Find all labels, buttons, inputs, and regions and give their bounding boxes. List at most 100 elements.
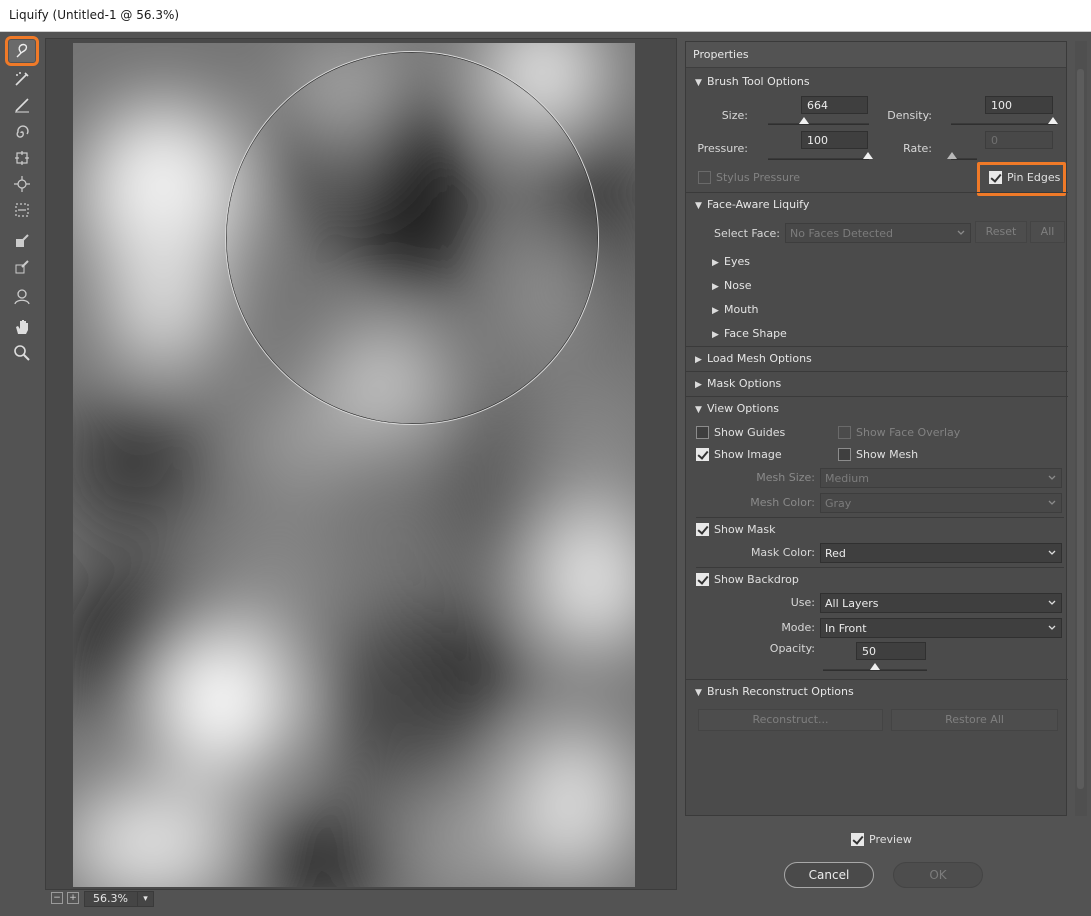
show-guides-checkbox[interactable]: Show Guides bbox=[696, 426, 785, 439]
opacity-label: Opacity: bbox=[769, 642, 815, 655]
cancel-button[interactable]: Cancel bbox=[784, 862, 874, 888]
opacity-slider-thumb[interactable] bbox=[870, 663, 880, 670]
forward-warp-tool-icon[interactable] bbox=[5, 36, 39, 66]
reconstruct-button: Reconstruct... bbox=[698, 709, 883, 731]
face-shape-label: Face Shape bbox=[724, 327, 787, 340]
show-image-label: Show Image bbox=[714, 448, 782, 461]
thaw-mask-tool-icon[interactable] bbox=[9, 256, 35, 278]
triangle-down-icon: ▼ bbox=[695, 78, 702, 88]
chevron-down-icon bbox=[957, 230, 965, 235]
show-image-checkbox[interactable]: Show Image bbox=[696, 448, 782, 461]
mesh-color-dropdown: Gray bbox=[820, 493, 1062, 513]
divider bbox=[686, 346, 1068, 347]
mode-dropdown[interactable]: In Front bbox=[820, 618, 1062, 638]
face-aware-liquify-label: Face-Aware Liquify bbox=[707, 198, 810, 211]
preview-canvas-area[interactable] bbox=[45, 38, 677, 890]
push-left-tool-icon[interactable] bbox=[9, 199, 35, 221]
mouth-subsection[interactable]: ▶ Mouth bbox=[712, 303, 758, 316]
select-face-value: No Faces Detected bbox=[790, 227, 893, 240]
chevron-down-icon[interactable]: ▾ bbox=[137, 892, 153, 906]
pressure-slider[interactable] bbox=[768, 152, 873, 160]
mesh-size-value: Medium bbox=[825, 472, 869, 485]
liquify-preview-image[interactable] bbox=[73, 43, 635, 887]
view-options-header[interactable]: ▼ View Options bbox=[695, 402, 779, 415]
size-input[interactable]: 664 bbox=[801, 96, 868, 114]
density-slider-thumb[interactable] bbox=[1048, 117, 1058, 124]
density-label: Density: bbox=[887, 109, 932, 122]
face-aware-liquify-header[interactable]: ▼ Face-Aware Liquify bbox=[695, 198, 809, 211]
pressure-input[interactable]: 100 bbox=[801, 131, 868, 149]
density-slider[interactable] bbox=[951, 117, 1058, 125]
brush-tool-options-header[interactable]: ▼ Brush Tool Options bbox=[695, 75, 810, 88]
opacity-slider[interactable] bbox=[823, 663, 927, 671]
face-tool-icon[interactable] bbox=[9, 286, 35, 308]
show-mask-checkbox[interactable]: Show Mask bbox=[696, 523, 776, 536]
nose-label: Nose bbox=[724, 279, 752, 292]
scrollbar-thumb[interactable] bbox=[1077, 69, 1084, 789]
mask-options-label: Mask Options bbox=[707, 377, 782, 390]
triangle-right-icon: ▶ bbox=[712, 330, 719, 340]
smooth-tool-icon[interactable] bbox=[9, 94, 35, 116]
show-mesh-checkbox[interactable]: Show Mesh bbox=[838, 448, 918, 461]
triangle-down-icon: ▼ bbox=[695, 688, 702, 698]
window-titlebar: Liquify (Untitled-1 @ 56.3%) bbox=[0, 0, 1091, 32]
show-guides-label: Show Guides bbox=[714, 426, 786, 439]
reset-face-button: Reset bbox=[975, 221, 1027, 243]
properties-scrollbar[interactable] bbox=[1075, 41, 1087, 816]
show-face-overlay-checkbox: Show Face Overlay bbox=[838, 426, 960, 439]
size-slider-thumb[interactable] bbox=[799, 117, 809, 124]
load-mesh-options-label: Load Mesh Options bbox=[707, 352, 812, 365]
rate-label: Rate: bbox=[903, 142, 932, 155]
pressure-slider-thumb[interactable] bbox=[863, 152, 873, 159]
preview-checkbox[interactable]: Preview bbox=[851, 833, 912, 846]
checkbox-checked-icon[interactable] bbox=[696, 523, 709, 536]
zoom-out-button[interactable]: − bbox=[51, 892, 63, 904]
mode-label: Mode: bbox=[781, 621, 815, 634]
chevron-down-icon bbox=[1048, 475, 1056, 480]
restore-all-button: Restore All bbox=[891, 709, 1058, 731]
mouth-label: Mouth bbox=[724, 303, 759, 316]
chevron-down-icon bbox=[1048, 600, 1056, 605]
zoom-level-value: 56.3% bbox=[93, 892, 128, 905]
mask-color-dropdown[interactable]: Red bbox=[820, 543, 1062, 563]
view-options-label: View Options bbox=[707, 402, 780, 415]
rate-slider-thumb bbox=[947, 152, 957, 159]
checkbox-checked-icon[interactable] bbox=[696, 448, 709, 461]
eyes-subsection[interactable]: ▶ Eyes bbox=[712, 255, 750, 268]
size-slider[interactable] bbox=[768, 117, 869, 125]
zoom-statusbar: − + 56.3% ▾ bbox=[45, 890, 677, 908]
twirl-clockwise-tool-icon[interactable] bbox=[9, 122, 35, 144]
use-dropdown[interactable]: All Layers bbox=[820, 593, 1062, 613]
face-shape-subsection[interactable]: ▶ Face Shape bbox=[712, 327, 787, 340]
show-backdrop-checkbox[interactable]: Show Backdrop bbox=[696, 573, 799, 586]
zoom-level-select[interactable]: 56.3% ▾ bbox=[84, 891, 154, 907]
checkbox-box[interactable] bbox=[696, 426, 709, 439]
hand-tool-icon[interactable] bbox=[9, 316, 35, 338]
freeze-mask-tool-icon[interactable] bbox=[9, 230, 35, 252]
show-mesh-label: Show Mesh bbox=[856, 448, 919, 461]
preview-label: Preview bbox=[869, 833, 912, 846]
liquify-toolbar bbox=[0, 33, 45, 916]
chevron-down-icon bbox=[1048, 625, 1056, 630]
bloat-tool-icon[interactable] bbox=[9, 173, 35, 195]
reconstruct-tool-icon[interactable] bbox=[9, 68, 35, 90]
checkbox-checked-icon[interactable] bbox=[696, 573, 709, 586]
zoom-in-button[interactable]: + bbox=[67, 892, 79, 904]
triangle-down-icon: ▼ bbox=[695, 201, 702, 211]
load-mesh-options-header[interactable]: ▶ Load Mesh Options bbox=[695, 352, 812, 365]
use-label: Use: bbox=[790, 596, 815, 609]
divider bbox=[686, 192, 1068, 193]
zoom-tool-icon[interactable] bbox=[9, 342, 35, 364]
brush-reconstruct-options-header[interactable]: ▼ Brush Reconstruct Options bbox=[695, 685, 854, 698]
pin-edges-highlight-box bbox=[977, 162, 1066, 196]
mask-options-header[interactable]: ▶ Mask Options bbox=[695, 377, 781, 390]
checkbox-box[interactable] bbox=[838, 448, 851, 461]
pucker-tool-icon[interactable] bbox=[9, 147, 35, 169]
opacity-input[interactable]: 50 bbox=[856, 642, 926, 660]
checkbox-checked-icon[interactable] bbox=[851, 833, 864, 846]
density-input[interactable]: 100 bbox=[985, 96, 1053, 114]
nose-subsection[interactable]: ▶ Nose bbox=[712, 279, 751, 292]
checkbox-box bbox=[698, 171, 711, 184]
pressure-label: Pressure: bbox=[697, 142, 748, 155]
chevron-down-icon bbox=[1048, 500, 1056, 505]
